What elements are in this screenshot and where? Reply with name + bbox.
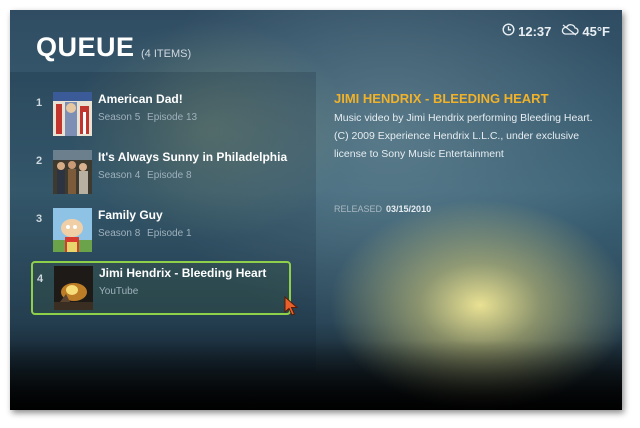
item-title: American Dad! [98,92,183,106]
item-episode: Episode 1 [147,228,192,239]
detail-title: JIMI HENDRIX - BLEEDING HEART [334,91,549,106]
clock-icon [502,23,515,39]
thumbnail-american-dad [53,92,92,136]
detail-description: Music video by Jimi Hendrix performing B… [334,112,593,160]
released-date: 03/15/2010 [386,204,432,214]
clock-time: 12:37 [518,23,552,39]
item-number: 1 [36,97,43,109]
bottom-fade [10,340,622,410]
mouse-pointer-icon [284,295,299,316]
weather: 45°F [561,23,610,39]
item-subtitle: Season 4 Episode 8 [98,170,192,181]
item-number: 4 [37,273,44,285]
item-subtitle: Season 8 Episode 1 [98,228,192,239]
item-title: It's Always Sunny in Philadelphia [98,150,288,164]
temperature: 45°F [582,23,610,39]
item-episode: Episode 13 [147,112,198,123]
item-episode: Episode 8 [147,170,192,181]
released-label: RELEASED [334,204,383,214]
cloudy-weather-icon [561,23,579,39]
item-season: Season 5 [98,112,141,123]
item-count: (4 ITEMS) [141,48,192,60]
queue-item-family-guy[interactable]: 3 Family Guy Season 8 Episode 1 [30,203,290,253]
thumbnail-always-sunny [53,150,92,194]
page-title: QUEUE [36,32,135,62]
item-number: 2 [36,155,43,167]
item-season: Season 8 [98,228,141,239]
thumbnail-jimi-hendrix [54,266,93,310]
item-subtitle: YouTube [99,286,138,297]
thumbnail-family-guy [53,208,92,252]
item-number: 3 [36,213,43,225]
item-source: YouTube [99,286,139,297]
queue-item-jimi-hendrix[interactable]: 4 Jimi Hendrix - Bleeding Heart YouTube [31,261,291,315]
item-title: Jimi Hendrix - Bleeding Heart [99,266,267,280]
media-center-screen: QUEUE (4 ITEMS) 12:37 45°F 1 American Da… [10,10,622,410]
item-title: Family Guy [98,208,163,222]
release-info: RELEASED 03/15/2010 [334,204,431,214]
status-bar: 12:37 45°F [502,23,610,39]
item-subtitle: Season 5 Episode 13 [98,112,197,123]
queue-item-always-sunny[interactable]: 2 It's Always Sunny in Philadelphia Seas… [30,145,290,195]
queue-item-american-dad[interactable]: 1 American Dad! Season 5 Episode 13 [30,87,290,137]
item-season: Season 4 [98,170,141,181]
